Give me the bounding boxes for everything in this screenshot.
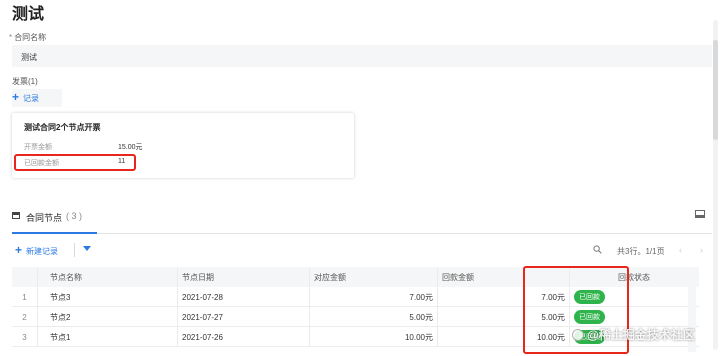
column-header-amount[interactable]: 对应金额 xyxy=(309,267,437,287)
prev-page-button[interactable]: ‹ xyxy=(679,245,682,255)
pagination-info: 共3行。1/1页 xyxy=(617,247,665,256)
page-title: 测试 xyxy=(12,6,45,23)
column-header-name[interactable]: 节点名称 xyxy=(37,267,177,287)
node-date-cell[interactable]: 2021-07-26 xyxy=(177,327,309,347)
invoice-card-title: 测试合同2个节点开票 xyxy=(24,123,101,132)
plus-icon: + xyxy=(12,90,20,104)
page-scrollbar-thumb[interactable] xyxy=(713,40,718,140)
chevron-down-icon[interactable] xyxy=(83,246,91,251)
highlight-box xyxy=(14,154,136,171)
index-header xyxy=(12,267,37,287)
search-icon[interactable] xyxy=(593,245,602,254)
tab-contract-nodes[interactable]: 合同节点( 3 ) xyxy=(12,208,97,234)
row-index: 3 xyxy=(22,332,27,342)
row-index: 2 xyxy=(22,312,27,322)
node-name-cell[interactable]: 节点1 xyxy=(37,327,177,347)
node-name-cell[interactable]: 节点3 xyxy=(37,287,177,307)
amount-cell[interactable]: 5.00元 xyxy=(309,307,437,327)
new-record-label: 新建记录 xyxy=(26,246,59,256)
next-page-button[interactable]: › xyxy=(700,245,703,255)
required-mark: * xyxy=(9,33,13,42)
watermark: @稀土掘金技术社区 xyxy=(572,326,695,343)
amount-cell[interactable]: 7.00元 xyxy=(309,287,437,307)
add-record-label: 记录 xyxy=(23,93,40,103)
invoice-amount-row: 开票金额 15.00元 xyxy=(24,142,143,152)
tab-count: ( 3 ) xyxy=(66,211,83,221)
table-icon xyxy=(12,212,20,219)
invoice-amount-label: 开票金额 xyxy=(24,144,52,151)
contract-name-field[interactable]: 测试 xyxy=(12,45,712,67)
node-date-cell[interactable]: 2021-07-27 xyxy=(177,307,309,327)
column-header-date[interactable]: 节点日期 xyxy=(177,267,309,287)
plus-icon: + xyxy=(15,243,23,257)
node-date-cell[interactable]: 2021-07-28 xyxy=(177,287,309,307)
watermark-text: @稀土掘金技术社区 xyxy=(587,328,695,342)
invoice-amount-value: 15.00元 xyxy=(118,144,143,151)
add-invoice-record-button[interactable]: + 记录 xyxy=(12,89,62,107)
amount-cell[interactable]: 10.00元 xyxy=(309,327,437,347)
minimize-icon[interactable] xyxy=(695,210,705,218)
row-index: 1 xyxy=(22,292,27,302)
watermark-logo-icon xyxy=(572,328,584,341)
contract-name-label: * 合同名称 xyxy=(9,32,46,43)
split-button-divider xyxy=(74,243,75,257)
invoice-section-label: 发票(1) xyxy=(12,77,38,86)
tab-bar: 合同节点( 3 ) xyxy=(12,208,712,234)
tab-label: 合同节点 xyxy=(26,213,63,223)
contract-name-label-text: 合同名称 xyxy=(14,33,47,42)
node-name-cell[interactable]: 节点2 xyxy=(37,307,177,327)
new-record-button[interactable]: + 新建记录 xyxy=(15,243,59,258)
